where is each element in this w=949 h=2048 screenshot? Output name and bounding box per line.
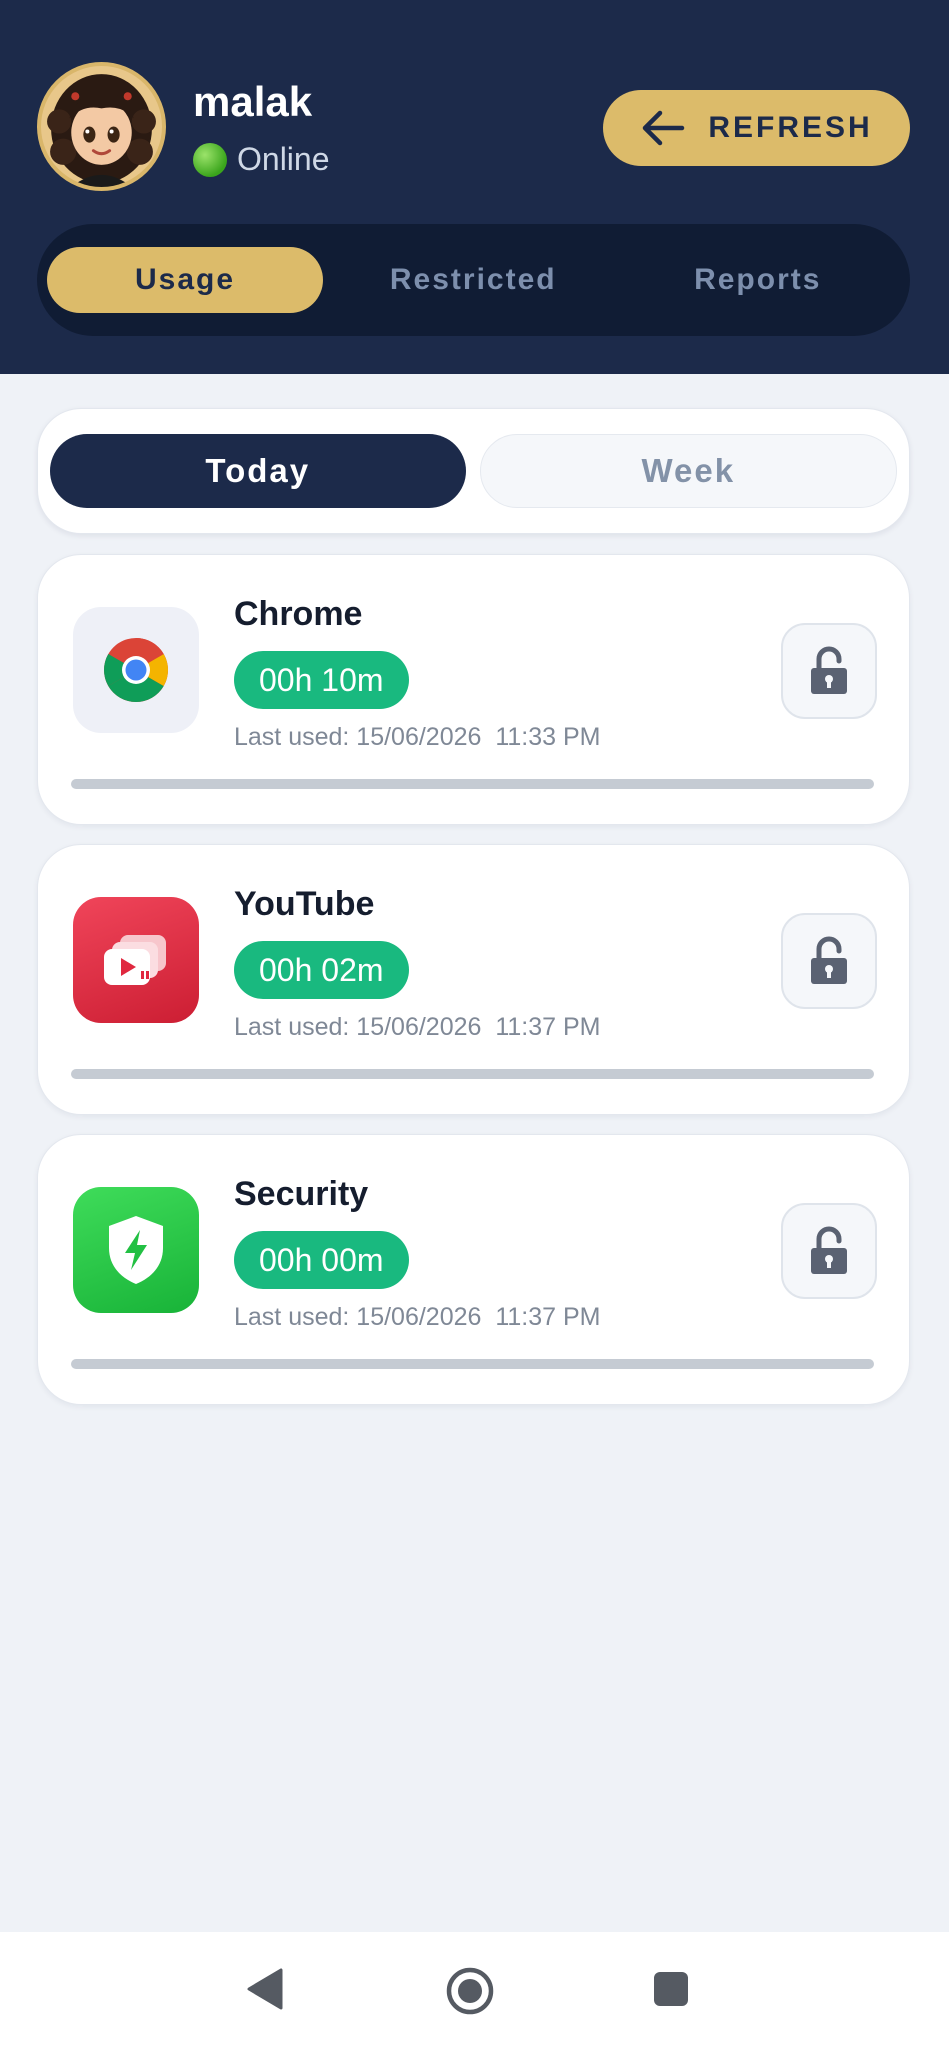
app-card-chrome[interactable]: Chrome 00h 10m Last used: 15/06/2026 11:… xyxy=(37,554,910,825)
unlocked-padlock-icon xyxy=(811,936,847,984)
unlock-button[interactable] xyxy=(781,913,877,1009)
header: malak Online REFRESH Usage Restricted Re… xyxy=(0,0,949,374)
chrome-icon xyxy=(73,607,199,733)
unlock-button[interactable] xyxy=(781,1203,877,1299)
security-shield-icon xyxy=(73,1187,199,1313)
tab-reports[interactable]: Reports xyxy=(616,247,901,313)
system-nav-bar xyxy=(0,1932,949,2048)
refresh-button[interactable]: REFRESH xyxy=(603,90,910,166)
unlock-button[interactable] xyxy=(781,623,877,719)
usage-time-badge: 00h 10m xyxy=(234,651,409,709)
online-status: Online xyxy=(193,141,330,178)
app-card-security[interactable]: Security 00h 00m Last used: 15/06/2026 1… xyxy=(37,1134,910,1405)
last-used-text: Last used: 15/06/2026 11:37 PM xyxy=(234,1013,601,1041)
period-toggle: Today Week xyxy=(37,408,910,534)
youtube-icon xyxy=(73,897,199,1023)
usage-time-badge: 00h 00m xyxy=(234,1231,409,1289)
app-card-youtube[interactable]: YouTube 00h 02m Last used: 15/06/2026 11… xyxy=(37,844,910,1115)
app-name: Security xyxy=(234,1175,369,1213)
recents-square-icon[interactable] xyxy=(652,1970,690,2013)
arrow-left-icon xyxy=(643,110,685,146)
usage-time-badge: 00h 02m xyxy=(234,941,409,999)
back-triangle-icon[interactable] xyxy=(245,1966,285,2017)
app-usage-list: Chrome 00h 10m Last used: 15/06/2026 11:… xyxy=(37,554,910,1424)
status-label: Online xyxy=(237,141,330,177)
unlocked-padlock-icon xyxy=(811,1226,847,1274)
app-name: Chrome xyxy=(234,595,363,633)
usage-progress-bar xyxy=(71,1359,874,1369)
usage-progress-bar xyxy=(71,779,874,789)
last-used-text: Last used: 15/06/2026 11:37 PM xyxy=(234,1303,601,1331)
app-name: YouTube xyxy=(234,885,375,923)
tab-today[interactable]: Today xyxy=(50,434,466,508)
tab-restricted[interactable]: Restricted xyxy=(331,247,616,313)
refresh-label: REFRESH xyxy=(708,111,873,144)
online-dot-icon xyxy=(193,142,227,177)
usage-progress-bar xyxy=(71,1069,874,1079)
main-tab-bar: Usage Restricted Reports xyxy=(37,224,910,336)
tab-usage[interactable]: Usage xyxy=(47,247,323,313)
home-circle-icon[interactable] xyxy=(445,1966,495,2021)
girl-avatar-icon xyxy=(41,66,162,187)
last-used-text: Last used: 15/06/2026 11:33 PM xyxy=(234,723,601,751)
avatar[interactable] xyxy=(37,62,166,191)
unlocked-padlock-icon xyxy=(811,646,847,694)
tab-week[interactable]: Week xyxy=(479,434,897,508)
user-name: malak xyxy=(193,78,313,125)
